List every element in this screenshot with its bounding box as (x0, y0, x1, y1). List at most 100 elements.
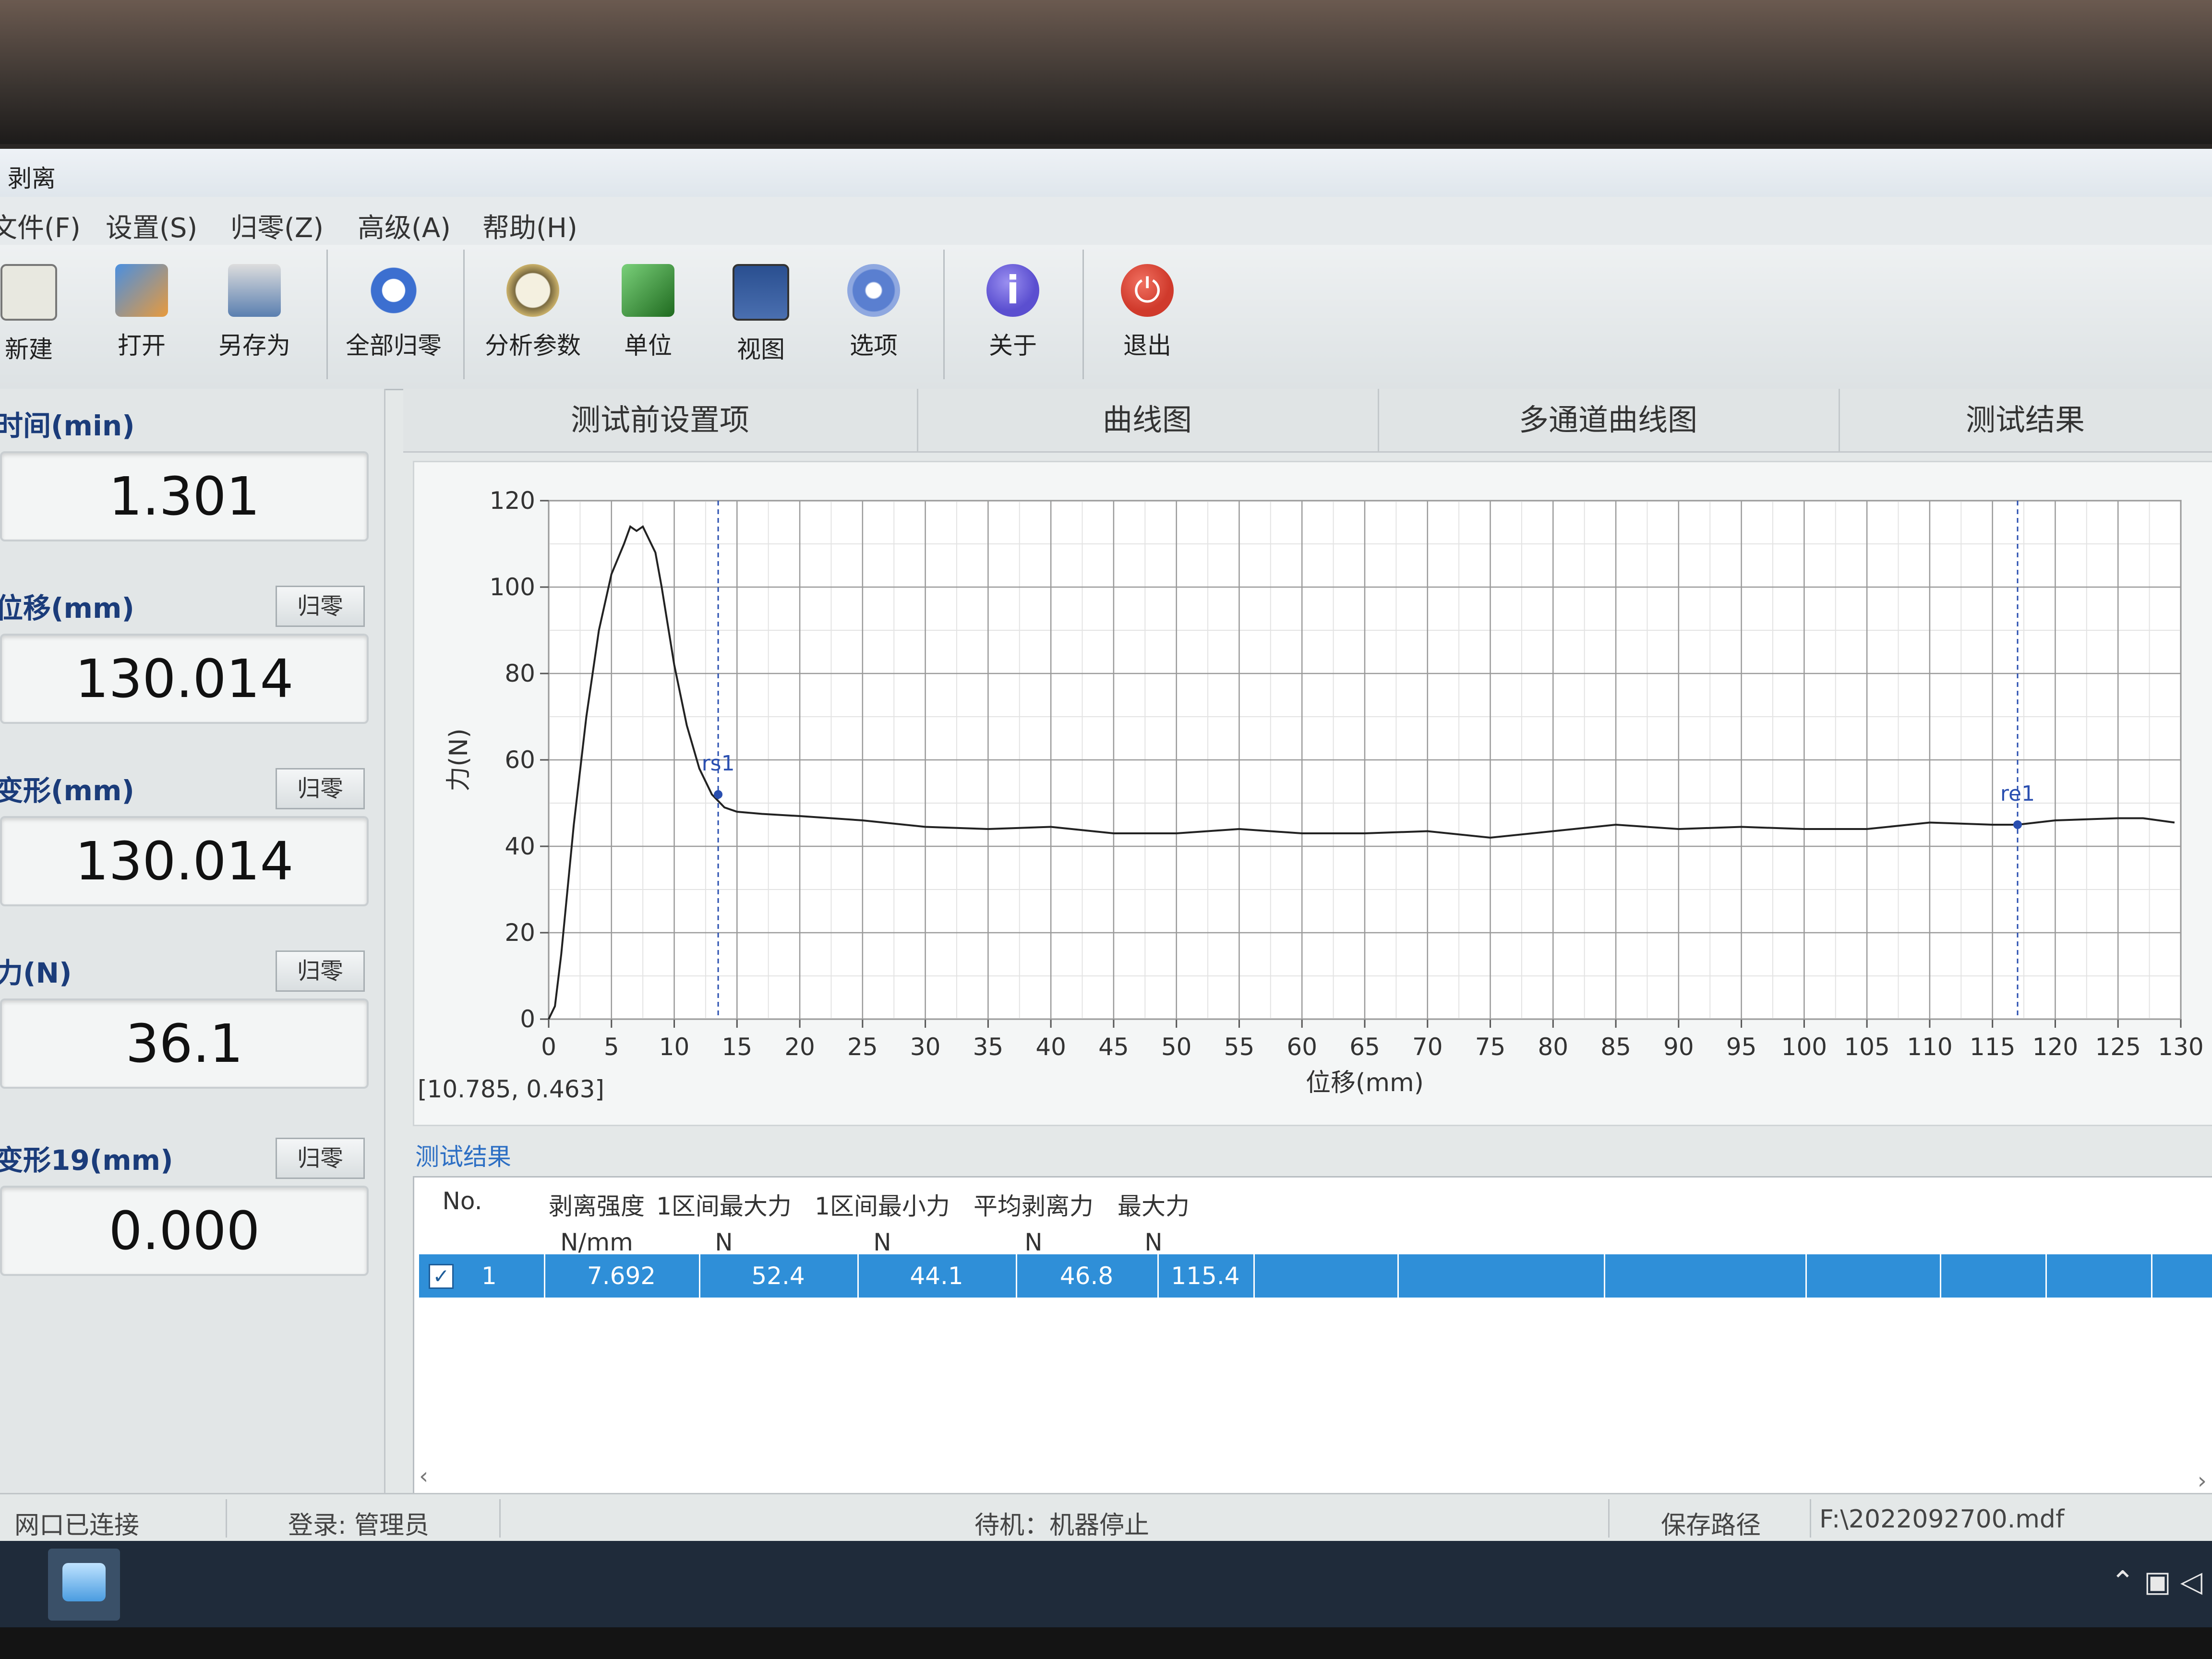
status-separator (226, 1499, 227, 1538)
menu-file[interactable]: 文件(F) (0, 206, 81, 245)
x-tick-label: 115 (1970, 1033, 2015, 1061)
y-tick-label: 120 (490, 487, 535, 515)
x-tick-label: 125 (2095, 1033, 2141, 1061)
column-header-no: No. (442, 1187, 482, 1215)
status-login: 登录: 管理员 (288, 1511, 430, 1540)
row-checkbox[interactable]: ✓ (429, 1264, 454, 1289)
column-header-max: 最大力 N (1118, 1192, 1190, 1256)
empty-cell (1604, 1254, 1807, 1298)
empty-cell (2045, 1254, 2152, 1298)
unit-icon (622, 264, 674, 317)
y-tick-label: 40 (505, 832, 535, 860)
tab-test-results[interactable]: 测试结果 (1839, 389, 2212, 451)
new-button[interactable]: 新建 (0, 250, 77, 379)
save-as-button[interactable]: 另存为 (206, 250, 302, 379)
exit-button[interactable]: ⏻ 退出 (1099, 250, 1195, 379)
menu-bar: 文件(F) 设置(S) 归零(Z) 高级(A) 帮助(H) (0, 197, 2212, 245)
x-tick-label: 30 (910, 1033, 941, 1061)
x-tick-label: 110 (1907, 1033, 1952, 1061)
tab-bar: 测试前设置项 曲线图 多通道曲线图 测试结果 (403, 389, 2212, 453)
scroll-left-arrow-icon[interactable]: ‹ (419, 1463, 428, 1490)
x-tick-label: 105 (1844, 1033, 1889, 1061)
readout-panel: 时间(min) 1.301 位移(mm) 归零 130.014 变形(mm) 归… (0, 389, 385, 1493)
y-tick-label: 60 (505, 746, 535, 774)
empty-cell (1805, 1254, 1941, 1298)
reset-all-button[interactable]: 全部归零 (346, 250, 442, 379)
empty-cell (1940, 1254, 2047, 1298)
monitor-bezel-bottom (0, 1627, 2212, 1659)
readout-label: 变形19(mm) (0, 1144, 173, 1177)
toolbar-separator (1082, 250, 1084, 379)
new-file-icon (0, 264, 57, 321)
empty-cell (1253, 1254, 1399, 1298)
x-tick-label: 50 (1161, 1033, 1192, 1061)
menu-settings[interactable]: 设置(S) (106, 206, 197, 245)
readout-value: 0.000 (0, 1186, 369, 1276)
zero-button[interactable]: 归零 (276, 950, 365, 992)
y-tick-label: 20 (505, 919, 535, 947)
open-button[interactable]: 打开 (94, 250, 190, 379)
readout-label: 力(N) (0, 957, 72, 989)
readout-value: 36.1 (0, 998, 369, 1089)
cell-max: 115.4 (1157, 1254, 1255, 1298)
toolbar: 新建 打开 另存为 全部归零 分析参数 单位 视图 选项 i 关于 ⏻ 退出 (0, 245, 2212, 390)
taskbar-app-button[interactable] (48, 1549, 120, 1621)
status-save-label: 保存路径 (1661, 1511, 1761, 1540)
force-displacement-chart[interactable]: 0 5 10 15 20 25 30 35 40 45 50 55 60 65 70 75 80 85 90 95 10… (414, 462, 2212, 1125)
open-folder-icon (115, 264, 168, 317)
y-tick-label: 80 (505, 660, 535, 687)
view-icon (733, 264, 789, 321)
menu-advanced[interactable]: 高级(A) (358, 206, 451, 245)
monitor-bezel-top (0, 0, 2212, 144)
readout-label: 时间(min) (0, 409, 135, 442)
marker-point (714, 790, 723, 799)
x-tick-label: 20 (784, 1033, 815, 1061)
about-info-icon: i (986, 264, 1039, 317)
tab-pretest-settings[interactable]: 测试前设置项 (403, 389, 918, 451)
status-separator (499, 1499, 501, 1538)
readout-label: 位移(mm) (0, 592, 134, 625)
system-tray-icons[interactable]: ⌃ ▣ ◁ (2111, 1565, 2202, 1599)
zero-button[interactable]: 归零 (276, 768, 365, 809)
analysis-params-icon (506, 264, 559, 317)
tab-multichannel-curve[interactable]: 多通道曲线图 (1378, 389, 1840, 451)
row-no-cell: ✓ 1 (419, 1254, 545, 1298)
about-button[interactable]: i 关于 (965, 250, 1061, 379)
app-window: 剥离 文件(F) 设置(S) 归零(Z) 高级(A) 帮助(H) 新建 打开 另… (0, 149, 2212, 1541)
y-tick-label: 0 (520, 1005, 535, 1033)
x-tick-label: 85 (1600, 1033, 1631, 1061)
y-axis-label: 力(N) (445, 728, 473, 791)
options-button[interactable]: 选项 (826, 250, 922, 379)
menu-zero[interactable]: 归零(Z) (230, 206, 324, 245)
x-axis-label: 位移(mm) (1306, 1069, 1424, 1097)
x-tick-label: 5 (604, 1033, 619, 1061)
view-button[interactable]: 视图 (713, 250, 809, 379)
x-tick-label: 70 (1412, 1033, 1443, 1061)
zero-button[interactable]: 归零 (276, 586, 365, 627)
marker-point (2013, 820, 2022, 829)
menu-help[interactable]: 帮助(H) (482, 206, 577, 245)
toolbar-separator (943, 250, 945, 379)
options-gear-icon (847, 264, 900, 317)
unit-button[interactable]: 单位 (600, 250, 696, 379)
x-tick-label: 15 (721, 1033, 752, 1061)
x-tick-label: 0 (541, 1033, 556, 1061)
toolbar-separator (463, 250, 465, 379)
app-icon (62, 1563, 106, 1601)
results-table: No. 剥离强度 N/mm 1区间最大力 N 1区间最小力 N 平均剥离力 N 最大力 N… (413, 1176, 2212, 1496)
x-tick-label: 95 (1726, 1033, 1757, 1061)
x-tick-label: 35 (973, 1033, 1004, 1061)
x-tick-label: 80 (1538, 1033, 1568, 1061)
analysis-params-button[interactable]: 分析参数 (485, 250, 581, 379)
table-row[interactable]: ✓ 1 7.692 52.4 44.1 46.8 115.4 (419, 1254, 2212, 1298)
x-tick-label: 130 (2158, 1033, 2203, 1061)
scroll-right-arrow-icon[interactable]: › (2198, 1467, 2207, 1494)
y-tick-label: 100 (490, 573, 535, 601)
reset-all-icon (367, 264, 420, 317)
marker-label: rs1 (702, 751, 735, 776)
marker-label: re1 (2000, 781, 2035, 806)
column-header-max1: 1区间最大力 N (656, 1192, 792, 1256)
taskbar: ⌃ ▣ ◁ (0, 1541, 2212, 1627)
zero-button[interactable]: 归零 (276, 1138, 365, 1179)
tab-curve[interactable]: 曲线图 (917, 389, 1379, 451)
